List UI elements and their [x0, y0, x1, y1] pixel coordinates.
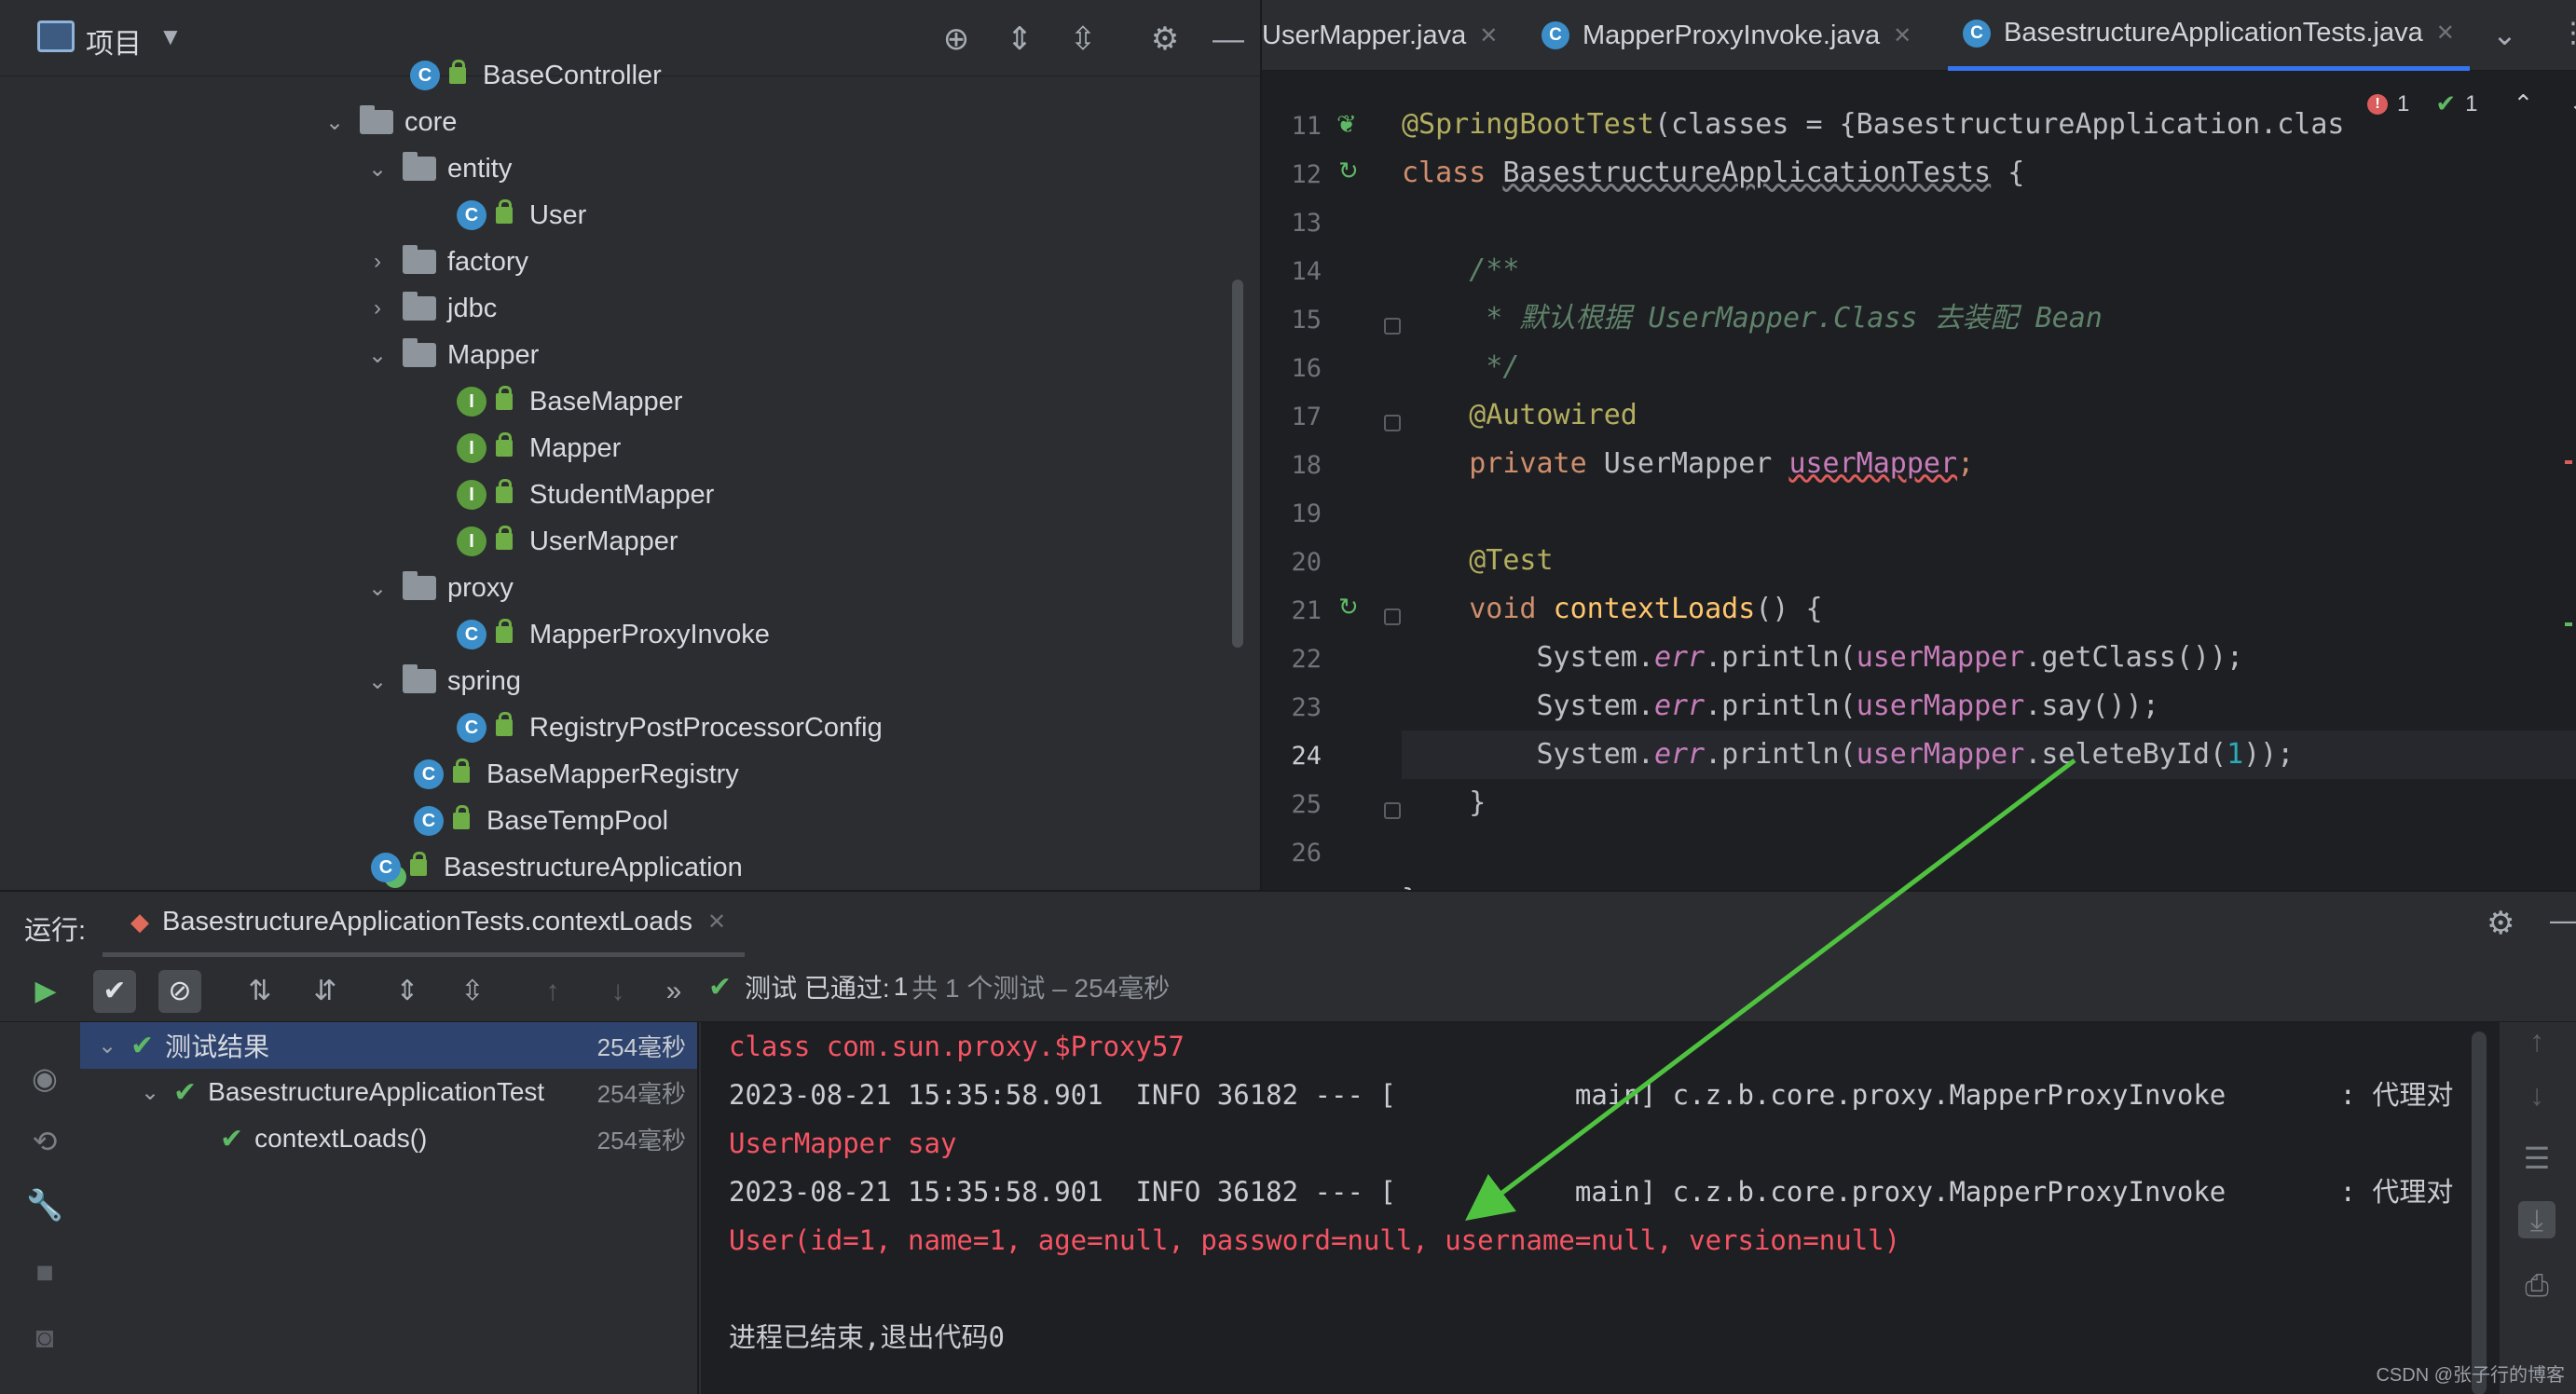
annotation-arrow [1465, 758, 2076, 1222]
watermark: CSDN @张子行的博客 [2376, 1365, 2565, 1386]
